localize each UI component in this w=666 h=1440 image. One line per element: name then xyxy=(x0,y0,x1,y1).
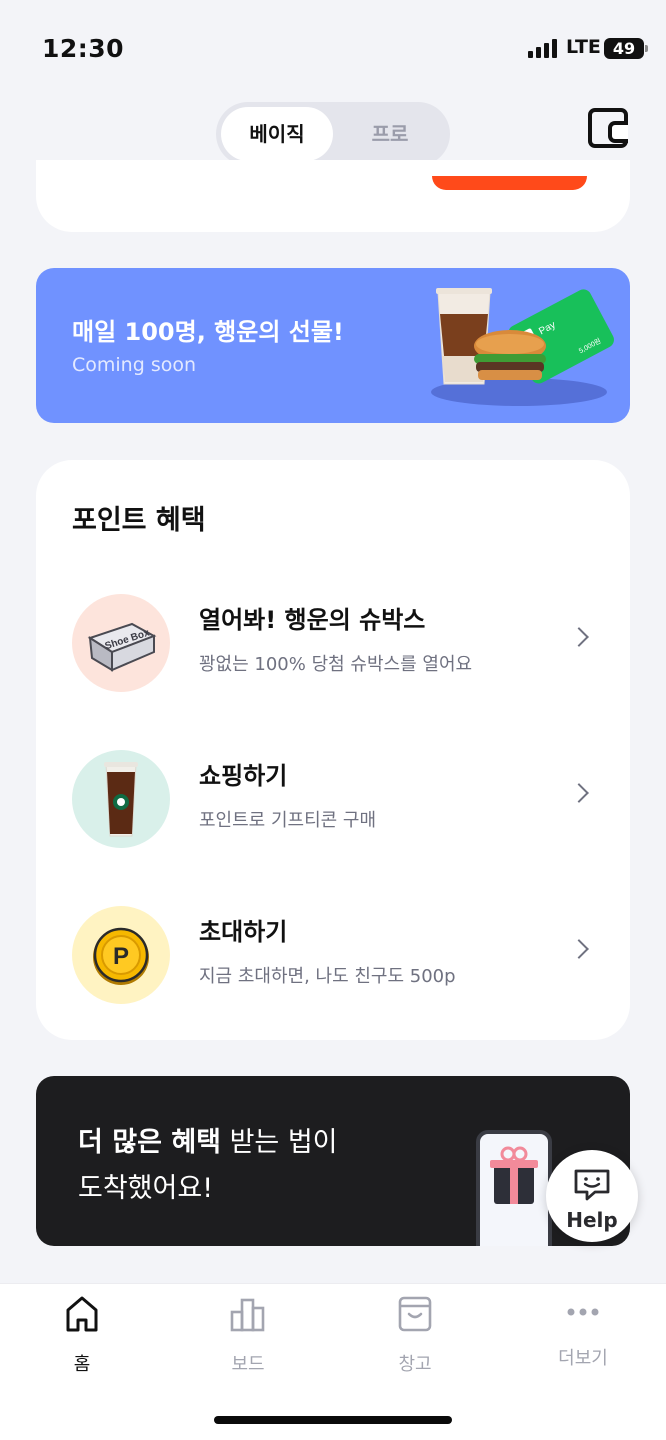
benefit-title: 초대하기 xyxy=(199,918,288,946)
tab-basic[interactable]: 베이직 xyxy=(221,107,333,161)
benefit-description: 포인트로 기프티콘 구매 xyxy=(199,810,377,831)
iced-coffee-icon xyxy=(72,750,170,848)
promo-title: 매일 100명, 행운의 선물! xyxy=(72,318,344,346)
chart-icon xyxy=(230,1298,265,1332)
promo-subtitle: Coming soon xyxy=(72,354,197,376)
nav-item-storage[interactable]: 창고 xyxy=(360,1294,470,1378)
benefit-description: 꽝없는 100% 당첨 슈박스를 열어요 xyxy=(199,654,473,675)
mode-toggle[interactable]: 베이직 프로 xyxy=(216,102,450,166)
chevron-right-icon xyxy=(569,939,589,959)
storage-box-icon xyxy=(398,1296,432,1332)
nav-label: 보드 xyxy=(231,1354,265,1375)
more-icon xyxy=(567,1308,599,1316)
benefit-title: 쇼핑하기 xyxy=(199,762,288,790)
shoebox-icon: Shoe Box xyxy=(72,594,170,692)
help-button[interactable]: Help xyxy=(546,1150,638,1242)
benefit-item-shopping[interactable]: 쇼핑하기 포인트로 기프티콘 구매 xyxy=(36,744,630,854)
top-card xyxy=(36,160,630,232)
points-section-title: 포인트 혜택 xyxy=(72,505,206,536)
nav-label: 창고 xyxy=(398,1354,432,1375)
banner-line-1-rest: 받는 법이 xyxy=(221,1127,338,1158)
top-card-button[interactable] xyxy=(432,176,587,190)
points-card: 포인트 혜택 Shoe Box 열어봐! 행운의 슈박스 꽝없는 100% 당첨… xyxy=(36,460,630,1040)
signal-icon xyxy=(528,38,558,58)
benefit-item-shoebox[interactable]: Shoe Box 열어봐! 행운의 슈박스 꽝없는 100% 당첨 슈박스를 열… xyxy=(36,588,630,698)
nav-item-board[interactable]: 보드 xyxy=(193,1294,303,1378)
promo-banner[interactable]: 매일 100명, 행운의 선물! Coming soon Pay 5,000원 xyxy=(36,268,630,423)
home-icon xyxy=(66,1296,98,1332)
chevron-right-icon xyxy=(569,783,589,803)
nav-label: 더보기 xyxy=(558,1348,608,1369)
chevron-right-icon xyxy=(569,627,589,647)
phone-gift-illustration xyxy=(476,1130,552,1246)
home-indicator xyxy=(214,1416,452,1424)
coin-letter: P xyxy=(113,943,129,970)
battery-icon: 49 xyxy=(604,38,648,59)
network-type: LTE xyxy=(566,36,601,58)
banner-line-2: 도착했어요! xyxy=(78,1173,214,1204)
status-time: 12:30 xyxy=(42,34,125,63)
benefit-description: 지금 초대하면, 나도 친구도 500p xyxy=(199,966,456,987)
status-bar: 12:30 LTE 49 xyxy=(0,0,666,90)
wallet-icon[interactable] xyxy=(588,108,628,148)
benefit-item-invite[interactable]: P 초대하기 지금 초대하면, 나도 친구도 500p xyxy=(36,900,630,1010)
benefit-title: 열어봐! 행운의 슈박스 xyxy=(199,606,426,634)
gift-illustration: Pay 5,000원 xyxy=(431,288,614,406)
help-label: Help xyxy=(566,1208,618,1232)
nav-label: 홈 xyxy=(73,1354,91,1375)
banner-line-1: 더 많은 혜택 받는 법이 xyxy=(78,1120,338,1159)
nav-item-home[interactable]: 홈 xyxy=(27,1294,137,1378)
tab-pro[interactable]: 프로 xyxy=(334,107,446,161)
more-benefits-banner[interactable]: 더 많은 혜택 받는 법이 도착했어요! xyxy=(36,1076,630,1246)
nav-item-more[interactable]: 더보기 xyxy=(528,1294,638,1378)
point-coin-icon: P xyxy=(72,906,170,1004)
chat-smile-icon xyxy=(574,1169,610,1201)
banner-line-1-bold: 더 많은 혜택 xyxy=(78,1127,221,1158)
